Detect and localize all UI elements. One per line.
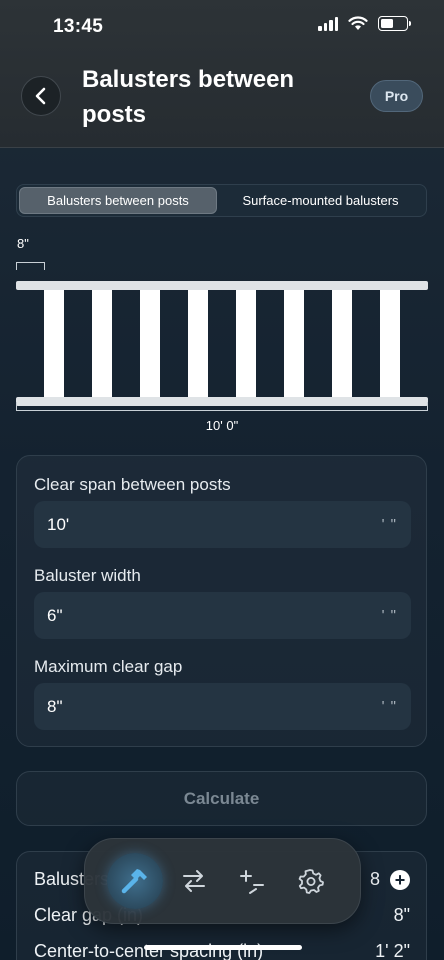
add-icon[interactable]: + [390, 869, 410, 890]
gap-dimension-label: 8" [17, 236, 29, 251]
bottom-tab-bar [84, 838, 361, 924]
baluster [380, 290, 400, 397]
tab-settings[interactable] [282, 853, 338, 909]
plus-minus-icon [240, 870, 264, 894]
tab-surface-mounted-balusters[interactable]: Surface-mounted balusters [217, 187, 424, 214]
battery-icon [378, 16, 411, 31]
max-gap-input[interactable]: 8" ' " [34, 683, 411, 730]
hammer-icon [121, 869, 147, 894]
baluster [44, 290, 64, 397]
feet-inches-unit: ' " [381, 516, 397, 533]
back-button[interactable] [21, 76, 61, 116]
result-value: 1' 2" [375, 941, 410, 960]
tab-converter[interactable] [166, 853, 222, 909]
clear-span-label: Clear span between posts [34, 475, 231, 494]
baluster [140, 290, 160, 397]
clear-span-input[interactable]: 10' ' " [34, 501, 411, 548]
result-row-center-spacing: Center-to-center spacing (in) 1' 2" [34, 941, 410, 960]
result-value: 8 [369, 869, 380, 889]
bottom-rail [16, 397, 428, 406]
baluster-width-label: Baluster width [34, 566, 141, 585]
baluster [92, 290, 112, 397]
feet-inches-unit: ' " [381, 607, 397, 624]
baluster [236, 290, 256, 397]
baluster [284, 290, 304, 397]
tab-calculators[interactable] [107, 853, 163, 909]
inputs-card: Clear span between posts 10' ' " Baluste… [16, 455, 427, 747]
max-gap-value: 8" [47, 696, 63, 716]
home-indicator [144, 945, 302, 950]
swap-arrows-icon [183, 870, 205, 892]
clear-span-value: 10' [47, 514, 70, 534]
tab-fractions[interactable] [224, 853, 280, 909]
gap-dimension-bracket [16, 262, 45, 270]
page-title: Balusters between posts [82, 66, 295, 128]
result-label: Center-to-center spacing (in) [34, 941, 264, 960]
chevron-left-icon [35, 87, 46, 105]
mode-segmented-control: Balusters between posts Surface-mounted … [16, 184, 427, 217]
baluster-width-value: 6" [47, 605, 63, 625]
max-gap-label: Maximum clear gap [34, 657, 183, 676]
span-dimension-label: 10' 0" [206, 418, 239, 433]
status-time: 13:45 [53, 16, 104, 37]
status-icons [318, 16, 411, 31]
cellular-signal-icon [318, 16, 338, 31]
gear-icon [298, 869, 324, 894]
calculate-button[interactable]: Calculate [16, 771, 427, 826]
wifi-icon [348, 16, 368, 30]
pro-badge[interactable]: Pro [370, 80, 423, 112]
baluster [188, 290, 208, 397]
feet-inches-unit: ' " [381, 698, 397, 715]
tab-balusters-between-posts[interactable]: Balusters between posts [19, 187, 217, 214]
top-rail [16, 281, 428, 290]
baluster [332, 290, 352, 397]
baluster-width-input[interactable]: 6" ' " [34, 592, 411, 639]
baluster-diagram: 8" 10' 0" [16, 236, 428, 433]
result-value: 8" [393, 905, 410, 925]
header: 13:45 Balusters between posts Pro [0, 0, 444, 148]
